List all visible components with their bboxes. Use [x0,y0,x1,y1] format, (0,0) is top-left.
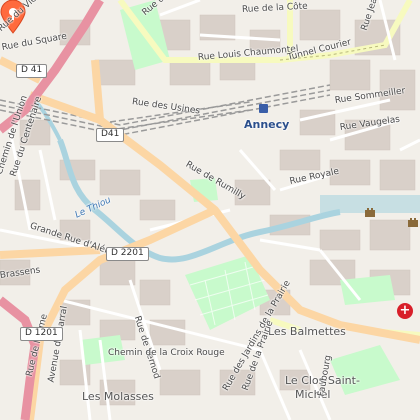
place-label: Les Molasses [82,390,154,403]
place-label: Les Balmettes [268,325,346,338]
train-station-icon[interactable] [259,104,268,113]
road-shield: D 2201 [106,247,149,261]
castle-icon[interactable] [408,218,418,227]
street-label: Chemin de la Croix Rouge [108,348,225,358]
road-shield: D 41 [16,64,48,78]
hospital-icon[interactable]: + [397,303,413,319]
map-canvas[interactable]: + Annecy Les Balmettes Les Molasses Le C… [0,0,420,420]
road-shield: D 1201 [20,327,63,341]
road-shield: D41 [96,128,125,142]
castle-icon[interactable] [365,208,375,217]
city-label: Annecy [244,118,290,131]
